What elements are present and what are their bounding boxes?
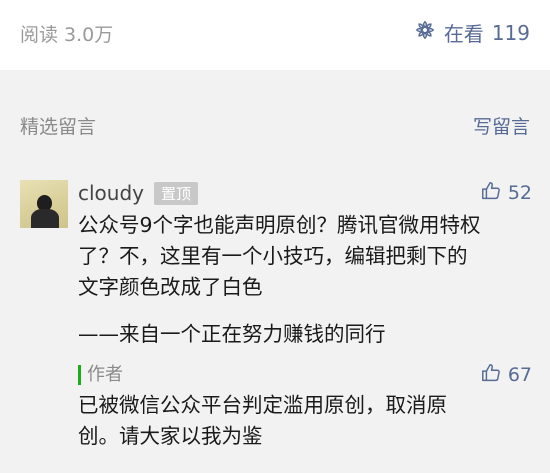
- comments-section: 精选留言 写留言 cloudy 置顶 52 公众号9个字也能声明原创？腾讯官微用…: [0, 100, 550, 473]
- article-stats-bar: 阅读 3.0万 在看 119: [0, 0, 550, 70]
- comment-signature: ——来自一个正在努力赚钱的同行: [78, 322, 386, 346]
- comment-like-count: 52: [507, 182, 532, 204]
- reply-like-count: 67: [507, 364, 532, 386]
- comment-like-button[interactable]: 52: [480, 180, 532, 207]
- pinned-badge: 置顶: [154, 181, 199, 205]
- comment-nickname: cloudy: [78, 181, 144, 205]
- thumbs-up-icon: [480, 180, 502, 207]
- comments-title: 精选留言: [20, 116, 97, 138]
- reply-like-button[interactable]: 67: [480, 362, 532, 389]
- avatar[interactable]: [20, 180, 68, 228]
- watching-button[interactable]: 在看 119: [414, 18, 530, 47]
- author-reply: 作者 67 已被微信公众平台判定滥用原创，取消原 创。请大家以我为鉴: [78, 360, 532, 452]
- flower-icon: [414, 19, 436, 46]
- comments-header: 精选留言 写留言: [20, 112, 530, 139]
- read-count: 阅读 3.0万: [20, 24, 114, 46]
- comment-item: cloudy 置顶 52 公众号9个字也能声明原创？腾讯官微用特权 了？不，这里…: [20, 178, 532, 452]
- thumbs-up-icon: [480, 362, 502, 389]
- write-comment-button[interactable]: 写留言: [473, 112, 530, 139]
- author-reply-tag: 作者: [78, 365, 123, 385]
- author-reply-text: 已被微信公众平台判定滥用原创，取消原 创。请大家以我为鉴: [78, 393, 447, 448]
- watching-label: 在看: [443, 22, 484, 46]
- watching-count: 119: [491, 20, 530, 45]
- comment-text: 公众号9个字也能声明原创？腾讯官微用特权 了？不，这里有一个小技巧，编辑把剩下的…: [78, 213, 481, 299]
- divider-gap: [0, 70, 550, 100]
